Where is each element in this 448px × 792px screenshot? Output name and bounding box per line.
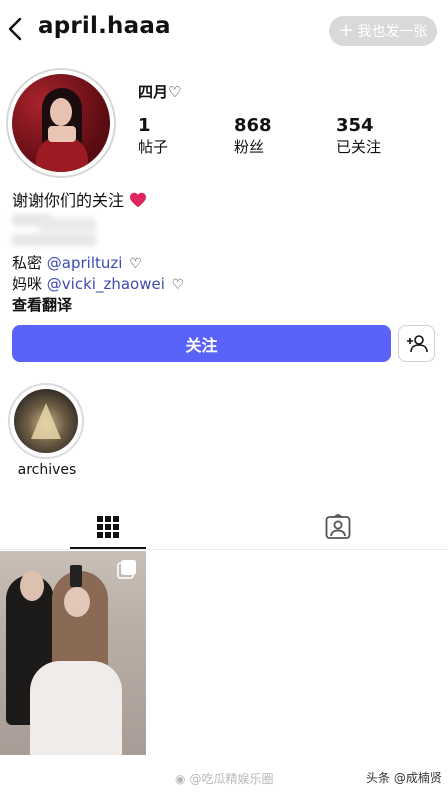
tabs-divider (0, 549, 448, 550)
stat-followers[interactable]: 868 粉丝 (234, 116, 272, 158)
add-person-icon (406, 334, 428, 352)
top-bar: april.haaa + 我也发一张 (0, 0, 448, 58)
multiple-photos-icon (117, 560, 136, 579)
outline-heart-icon: ♡ (171, 277, 185, 293)
blurred-bio-text (8, 210, 100, 250)
bio-mom-prefix: 妈咪 (12, 275, 43, 293)
stat-followers-value: 868 (234, 115, 272, 136)
watermark-weibo: ◉ @吃瓜精娱乐圈 (175, 770, 274, 787)
profile-username: april.haaa (38, 13, 171, 39)
plus-icon: + (338, 20, 354, 41)
grid-icon (97, 516, 119, 538)
weibo-icon: ◉ (175, 771, 186, 786)
bio-mom-line: 妈咪 @vicki_zhaowei ♡ (12, 273, 184, 294)
stat-following-value: 354 (336, 115, 374, 136)
back-button[interactable] (2, 15, 28, 43)
profile-avatar[interactable] (6, 68, 116, 178)
post-photo-button[interactable]: + 我也发一张 (329, 16, 437, 46)
tagged-person-icon (325, 514, 351, 539)
stat-following-label: 已关注 (336, 138, 382, 156)
display-name: 四月♡ (138, 83, 182, 101)
highlight-cover-image (14, 389, 78, 453)
tab-tagged[interactable] (300, 505, 376, 549)
post-photo-label: 我也发一张 (357, 24, 428, 40)
story-highlight[interactable] (8, 383, 84, 459)
watermark-left-text: @吃瓜精娱乐圈 (189, 772, 274, 786)
bio-private-prefix: 私密 (12, 254, 43, 272)
mention-link-private[interactable]: @apriltuzi (47, 254, 123, 272)
bio-private-line: 私密 @apriltuzi ♡ (12, 252, 142, 273)
tab-posts-grid[interactable] (70, 505, 146, 549)
mention-link-mom[interactable]: @vicki_zhaowei (47, 275, 165, 293)
stat-posts-label: 帖子 (138, 138, 169, 156)
outline-heart-icon: ♡ (129, 256, 142, 272)
stat-posts[interactable]: 1 帖子 (138, 116, 168, 158)
bio-text: 谢谢你们的关注 (12, 191, 125, 210)
heart-icon (130, 192, 147, 208)
avatar-image (12, 74, 110, 172)
post-thumbnail[interactable] (0, 551, 146, 755)
follow-button[interactable]: 关注 (12, 325, 391, 362)
see-translation-link[interactable]: 查看翻译 (12, 294, 72, 315)
stat-followers-label: 粉丝 (234, 138, 265, 156)
stat-posts-value: 1 (138, 115, 151, 136)
suggest-users-button[interactable] (398, 325, 435, 362)
stat-following[interactable]: 354 已关注 (336, 116, 381, 158)
bio-line: 谢谢你们的关注 (12, 187, 147, 211)
highlight-label: archives (17, 462, 77, 478)
watermark-toutiao: 头条 @成楠贤 (366, 771, 442, 785)
chevron-left-icon (8, 17, 22, 41)
